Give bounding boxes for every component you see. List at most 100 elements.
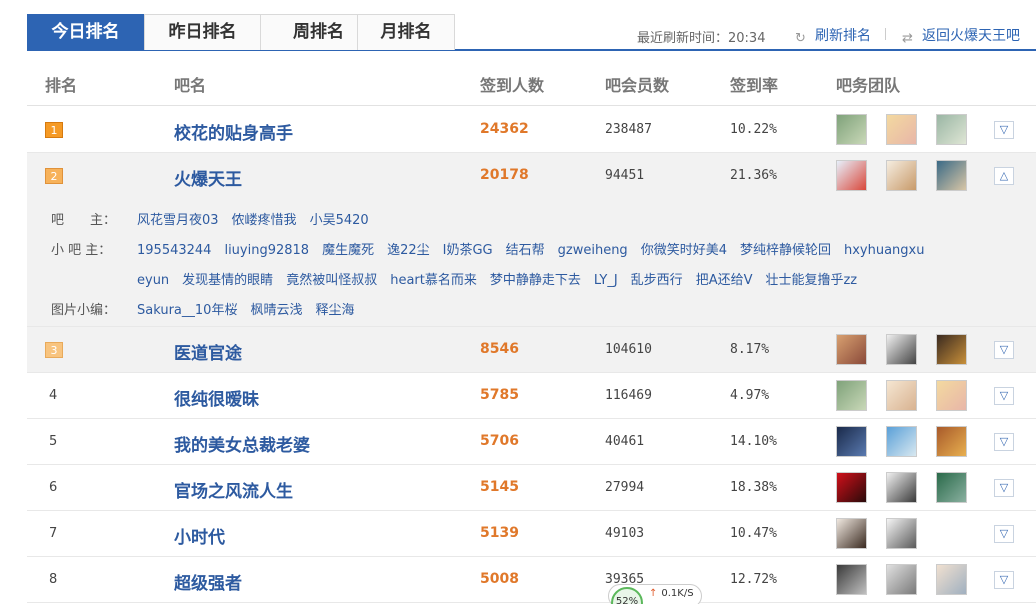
bar-name-link[interactable]: 很纯很暧昧 [174,385,259,410]
sign-rate: 14.10% [730,434,777,449]
table-row: 3 医道官途 8546 104610 8.17% ▽ [27,327,1036,373]
avatar[interactable] [886,472,917,503]
expand-toggle[interactable]: ▽ [994,433,1014,451]
user-link[interactable]: liuying92818 [224,243,309,258]
avatar[interactable] [936,564,967,595]
tab-today[interactable]: 今日排名 [27,14,144,50]
rank-number: 5 [49,434,58,449]
avatar[interactable] [936,380,967,411]
rank-badge: 1 [45,122,63,138]
user-link[interactable]: 逸22尘 [387,243,430,258]
avatar[interactable] [886,114,917,145]
avatar[interactable] [836,380,867,411]
table-row: 8 超级强者 5008 39365 12.72% ▽ [27,557,1036,603]
user-link[interactable]: eyun [137,273,169,288]
avatar[interactable] [936,114,967,145]
rank-number: 7 [49,526,58,541]
avatar[interactable] [886,518,917,549]
back-link[interactable]: ⇄ 返回火爆天王吧 [902,25,1020,46]
signed-count: 8546 [480,341,519,357]
chevron-down-icon: ▽ [999,435,1009,448]
tab-month[interactable]: 月排名 [357,14,455,50]
refresh-button[interactable]: ↻ 刷新排名 [795,25,871,46]
speed-percent: 52% [611,587,643,604]
expand-toggle[interactable]: ▽ [994,387,1014,405]
avatar[interactable] [936,426,967,457]
user-link[interactable]: LY_J [594,273,618,288]
avatar[interactable] [836,518,867,549]
expand-toggle[interactable]: ▽ [994,121,1014,139]
bar-name-link[interactable]: 我的美女总裁老婆 [174,431,310,456]
bar-name-link[interactable]: 火爆天王 [174,165,242,190]
expand-toggle[interactable]: ▽ [994,525,1014,543]
user-link[interactable]: 梦纯梓静候轮回 [740,243,831,258]
member-count: 49103 [605,526,645,541]
user-link[interactable]: hxyhuangxu [844,243,925,258]
expand-toggle[interactable]: ▽ [994,571,1014,589]
avatar[interactable] [836,114,867,145]
expand-toggle[interactable]: ▽ [994,479,1014,497]
avatar[interactable] [836,472,867,503]
user-link[interactable]: 枫晴云浅 [250,303,302,318]
user-link[interactable]: 竟然被叫怪叔叔 [286,273,377,288]
col-team: 吧务团队 [836,76,901,95]
user-link[interactable]: I奶茶GG [443,243,493,258]
user-link[interactable]: 梦中静静走下去 [490,273,581,288]
avatar[interactable] [936,160,967,191]
ranking-tabs: 今日排名 昨日排名 周排名 月排名 最近刷新时间：20:34 ↻ 刷新排名 ⇄ 返回… [27,14,1036,51]
user-link[interactable]: Sakura__10年桜 [137,303,237,318]
sign-rate: 10.47% [730,526,777,541]
user-link[interactable]: 195543244 [137,243,211,258]
member-count: 27994 [605,480,645,495]
avatar[interactable] [886,426,917,457]
network-speed-widget[interactable]: 52% ↑ 0.1K/S [608,584,702,604]
avatar[interactable] [936,472,967,503]
sign-rate: 18.38% [730,480,777,495]
rank-number: 6 [49,480,58,495]
signed-count: 5139 [480,525,519,541]
user-link[interactable]: 释尘海 [315,303,354,318]
user-link[interactable]: gzweiheng [558,243,628,258]
col-rate: 签到率 [730,76,779,95]
chevron-down-icon: ▽ [999,343,1009,356]
user-link[interactable]: 小吴5420 [310,213,369,228]
user-link[interactable]: 结石帮 [506,243,545,258]
user-link[interactable]: 风花雪月夜03 [137,213,219,228]
bar-name-link[interactable]: 官场之风流人生 [174,477,293,502]
tab-yesterday[interactable]: 昨日排名 [144,14,261,50]
sub-owner-list-continued: eyun 发现基情的眼睛 竟然被叫怪叔叔 heart慕名而来 梦中静静走下去 LY_J 乱步… [137,269,870,288]
back-icon: ⇄ [902,31,913,46]
avatar[interactable] [886,380,917,411]
user-link[interactable]: 把A还给V [696,273,753,288]
bar-name-link[interactable]: 医道官途 [174,339,242,364]
avatar[interactable] [836,160,867,191]
avatar[interactable] [836,564,867,595]
avatar[interactable] [886,160,917,191]
owner-label: 吧 主： [51,213,117,228]
bar-name-link[interactable]: 小时代 [174,523,225,548]
user-link[interactable]: 乱步西行 [631,273,683,288]
avatar[interactable] [886,334,917,365]
avatar[interactable] [936,334,967,365]
bar-name-link[interactable]: 校花的贴身高手 [174,119,293,144]
user-link[interactable]: 发现基情的眼睛 [182,273,273,288]
signed-count: 24362 [480,121,529,137]
bar-team-detail: 吧 主： 风花雪月夜03 侬嵝疼惜我 小吴5420 小 吧 主： 195543244… [27,199,1036,327]
user-link[interactable]: heart慕名而来 [390,273,477,288]
user-link[interactable]: 壮士能复撸乎zz [765,273,857,288]
table-row: 6 官场之风流人生 5145 27994 18.38% ▽ [27,465,1036,511]
chevron-down-icon: ▽ [999,481,1009,494]
avatar[interactable] [836,334,867,365]
bar-name-link[interactable]: 超级强者 [174,569,242,594]
col-signed: 签到人数 [480,76,545,95]
expand-toggle[interactable]: ▽ [994,341,1014,359]
avatar[interactable] [886,564,917,595]
divider [885,28,886,40]
member-count: 40461 [605,434,645,449]
collapse-toggle[interactable]: △ [994,167,1014,185]
avatar[interactable] [836,426,867,457]
user-link[interactable]: 魔生魔死 [322,243,374,258]
user-link[interactable]: 你微笑时好美4 [641,243,727,258]
user-link[interactable]: 侬嵝疼惜我 [232,213,297,228]
pic-editor-list: Sakura__10年桜 枫晴云浅 释尘海 [137,299,367,318]
